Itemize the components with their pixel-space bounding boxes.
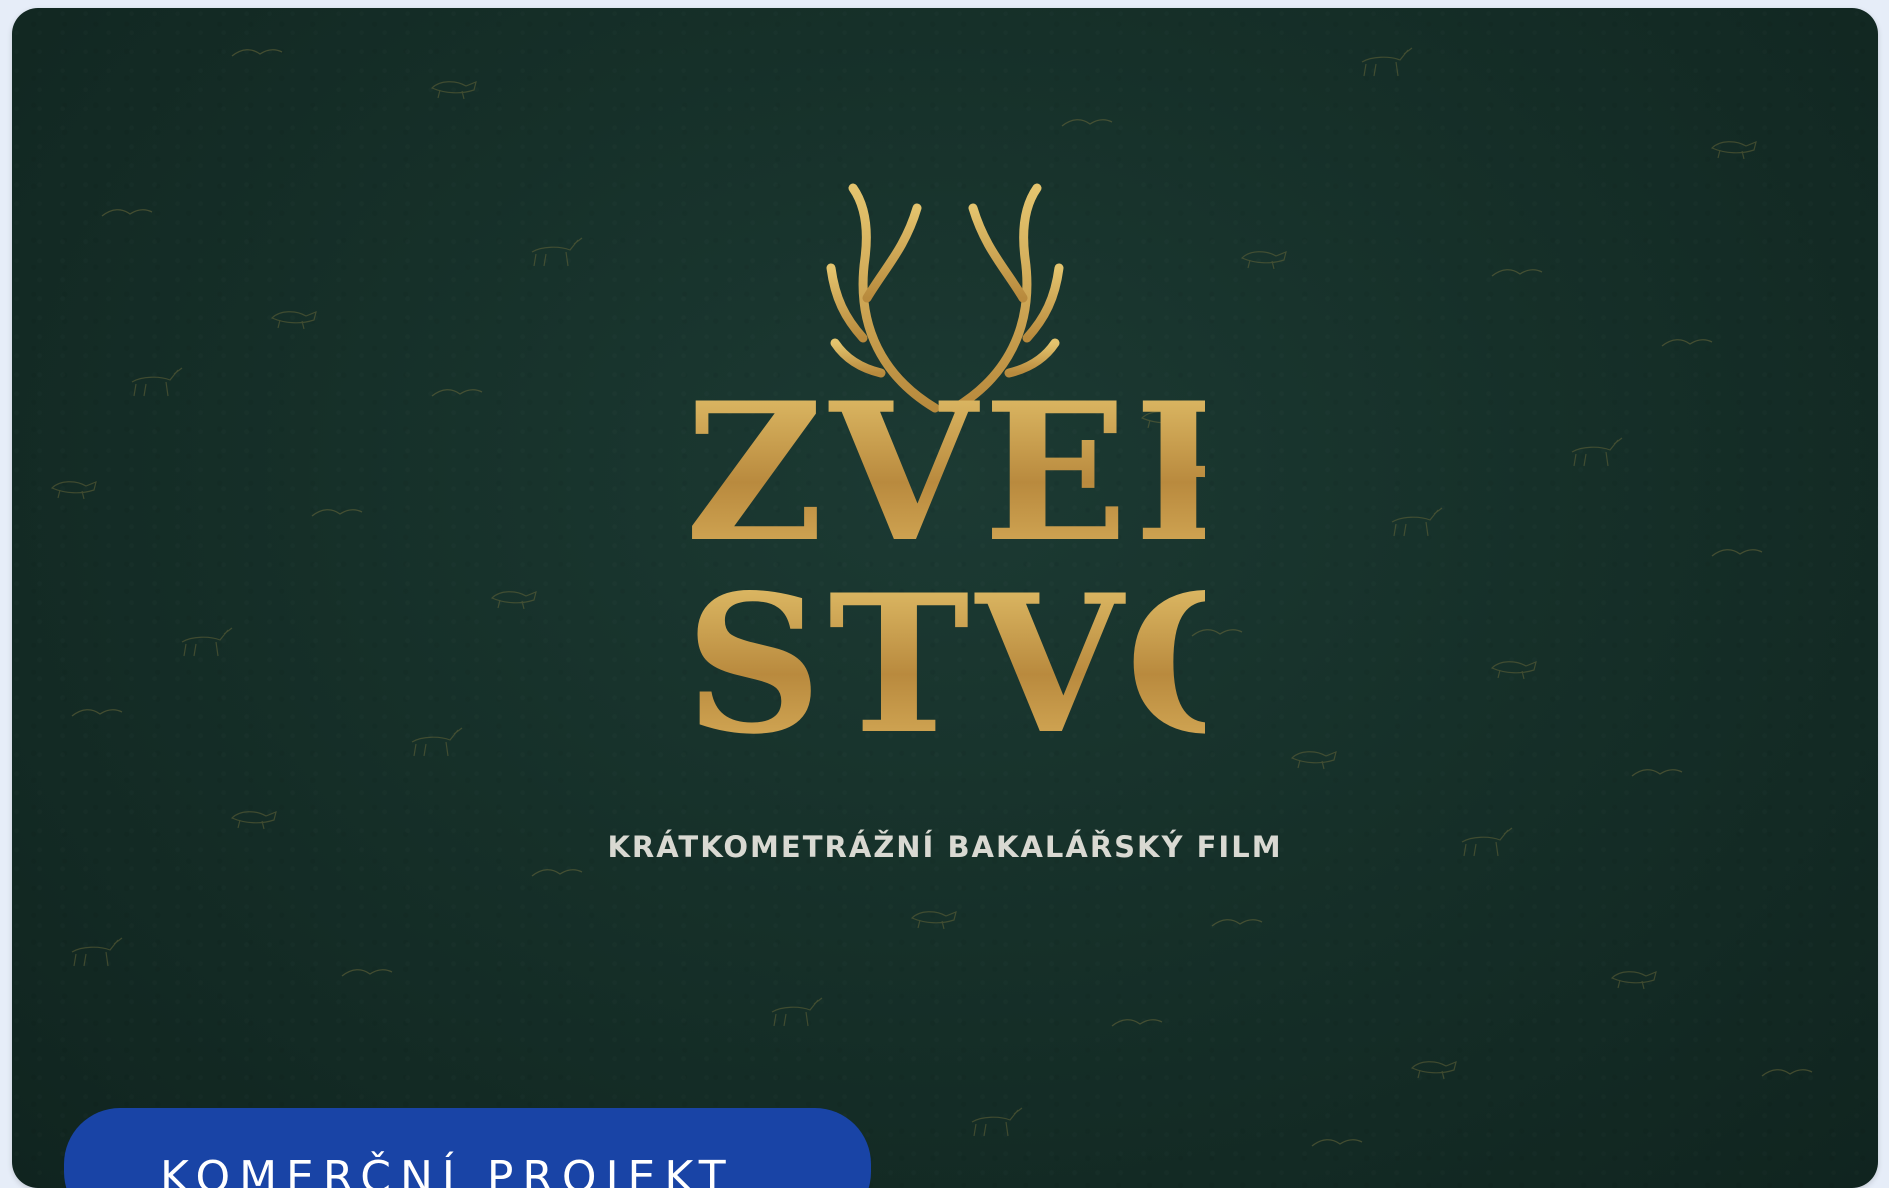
film-subtitle: KRÁTKOMETRÁŽNÍ BAKALÁŘSKÝ FILM bbox=[607, 830, 1283, 864]
category-badge-label: KOMERČNÍ PROJEKT bbox=[160, 1152, 735, 1188]
category-badge[interactable]: KOMERČNÍ PROJEKT bbox=[64, 1108, 871, 1188]
logo-line-2: STVO bbox=[685, 553, 1298, 776]
project-card[interactable]: ZVER STVO KRÁTKOMETRÁŽNÍ BAKALÁŘSKÝ FILM… bbox=[12, 8, 1878, 1188]
logo-line-1: ZVER bbox=[685, 361, 1298, 584]
film-logo: ZVER STVO bbox=[685, 178, 1298, 798]
